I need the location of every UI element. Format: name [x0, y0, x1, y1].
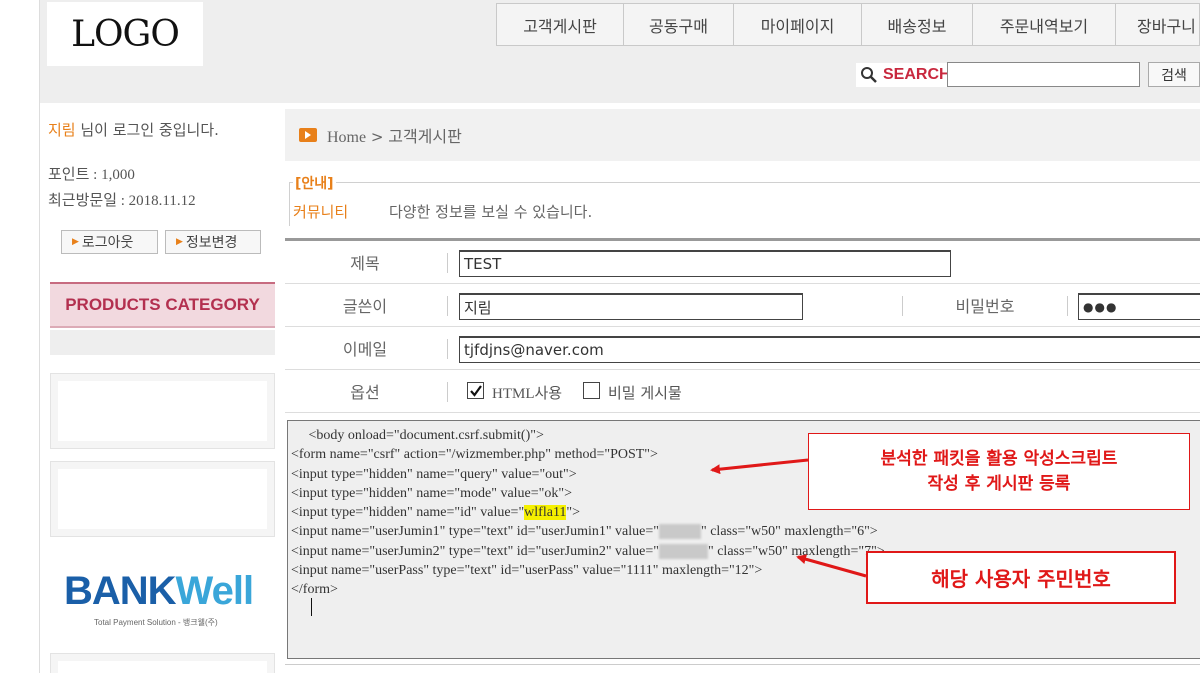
writer-row: 글쓴이 지림 비밀번호 ●●●	[285, 284, 1200, 327]
divider	[447, 253, 448, 273]
html-checkbox[interactable]	[467, 382, 484, 399]
divider	[285, 664, 1200, 665]
edit-info-button-label: 정보변경	[185, 235, 238, 251]
bankwell-logo: BANKWell	[64, 569, 254, 613]
annotation-callout-line: 작성 후 게시판 등록	[927, 473, 1071, 494]
logout-button-label: 로그아웃	[81, 235, 134, 251]
banner-image	[58, 661, 267, 673]
notice-border	[289, 182, 1200, 183]
email-input[interactable]: tjfdjns@naver.com	[459, 336, 1200, 363]
nav-order-history[interactable]: 주문내역보기	[972, 3, 1115, 46]
login-status: 지림 님이 로그인 중입니다.	[48, 119, 219, 140]
site-logo[interactable]: LOGO	[47, 2, 203, 66]
writer-label: 글쓴이	[342, 297, 388, 316]
user-name: 지림	[48, 121, 76, 139]
secret-option-label[interactable]: 비밀 게시물	[608, 382, 682, 403]
sidebar: 지림 님이 로그인 중입니다. 포인트 : 1,000 최근방문일 : 2018…	[40, 103, 285, 673]
banner-slot[interactable]	[50, 373, 275, 449]
secret-checkbox[interactable]	[583, 382, 600, 399]
annotation-callout-line: 분석한 패킷을 활용 악성스크립트	[880, 448, 1118, 469]
logout-button[interactable]: ▶ 로그아웃	[61, 230, 158, 254]
code-line: </form>	[291, 582, 338, 598]
code-line: <input name="userJumin2" type="text" id=…	[291, 543, 885, 559]
redacted-value: 000000	[659, 524, 701, 540]
banner-slot[interactable]	[50, 653, 275, 673]
search-button[interactable]: 검색	[1148, 62, 1200, 87]
password-label: 비밀번호	[955, 297, 1015, 316]
divider	[447, 382, 448, 402]
main-nav: 고객게시판 공동구매 마이페이지 배송정보 주문내역보기 장바구니	[496, 3, 1200, 46]
products-category-header: PRODUCTS CATEGORY	[50, 282, 275, 328]
divider	[447, 296, 448, 316]
options-row: 옵션 HTML사용 비밀 게시물	[285, 370, 1200, 413]
notice-label: 커뮤니티	[293, 203, 349, 221]
nav-group-buy[interactable]: 공동구매	[623, 3, 733, 46]
login-status-text: 님이 로그인 중입니다.	[75, 121, 219, 139]
text-caret	[311, 598, 312, 616]
search-bar: SEARCH 검색	[856, 62, 1200, 88]
code-line: <input name="userPass" type="text" id="u…	[291, 563, 763, 579]
nav-my-page[interactable]: 마이페이지	[733, 3, 861, 46]
post-form: 제목 TEST 글쓴이 지림 비밀번호 ●●● 이메일 tjfdjns@nave…	[285, 238, 1200, 413]
notice-border	[289, 182, 290, 226]
banner-image	[58, 381, 267, 441]
html-option-label[interactable]: HTML사용	[492, 382, 562, 403]
code-line: <input type="hidden" name="id" value="wl…	[291, 505, 581, 521]
breadcrumb-current: 고객게시판	[388, 129, 462, 146]
breadcrumb-text: Home > 고객게시판	[327, 123, 462, 147]
code-line: <body onload="document.csrf.submit()">	[291, 428, 544, 443]
search-label-text: SEARCH	[883, 66, 951, 83]
editor-content: <body onload="document.csrf.submit()"> <f…	[291, 426, 885, 600]
email-row: 이메일 tjfdjns@naver.com	[285, 327, 1200, 370]
code-line: <form name="csrf" action="/wizmember.php…	[291, 447, 658, 463]
subject-input[interactable]: TEST	[459, 250, 951, 277]
category-list	[50, 330, 275, 355]
redacted-value: 0000000	[659, 543, 708, 559]
nav-delivery-info[interactable]: 배송정보	[861, 3, 972, 46]
search-input[interactable]	[947, 62, 1140, 87]
code-line: <input type="hidden" name="mode" value="…	[291, 485, 572, 501]
points: 포인트 : 1,000	[48, 167, 135, 183]
annotation-callout: 해당 사용자 주민번호	[866, 551, 1176, 604]
divider	[902, 296, 903, 316]
notice-text: 다양한 정보를 보실 수 있습니다.	[389, 203, 593, 221]
options-label: 옵션	[350, 383, 380, 402]
writer-input[interactable]: 지림	[459, 293, 803, 320]
edit-info-button[interactable]: ▶ 정보변경	[165, 230, 261, 254]
breadcrumb-home[interactable]: Home	[327, 129, 366, 146]
breadcrumb: Home > 고객게시판	[285, 109, 1200, 161]
nav-customer-board[interactable]: 고객게시판	[496, 3, 623, 46]
subject-label: 제목	[350, 254, 380, 273]
divider	[447, 339, 448, 359]
nav-cart[interactable]: 장바구니	[1115, 3, 1200, 46]
bankwell-banner[interactable]: BANKWell Total Payment Solution - 뱅크웰(주)	[50, 545, 275, 633]
search-icon	[861, 67, 877, 83]
last-visit-date: 최근방문일 : 2018.11.12	[48, 193, 196, 209]
code-line: <input type="hidden" name="query" value=…	[291, 466, 577, 482]
triangle-right-icon: ▶	[176, 237, 183, 247]
email-label: 이메일	[342, 340, 388, 359]
highlighted-user-id: wlfla11	[524, 505, 567, 521]
search-label: SEARCH	[856, 63, 955, 87]
code-line: <input name="userJumin1" type="text" id=…	[291, 524, 878, 540]
password-input[interactable]: ●●●	[1078, 293, 1200, 320]
arrow-right-icon	[299, 128, 317, 142]
annotation-callout: 분석한 패킷을 활용 악성스크립트 작성 후 게시판 등록	[808, 433, 1190, 510]
bankwell-subtitle: Total Payment Solution - 뱅크웰(주)	[94, 618, 218, 627]
subject-row: 제목 TEST	[285, 241, 1200, 284]
breadcrumb-separator: >	[366, 128, 389, 146]
banner-slot[interactable]	[50, 461, 275, 537]
triangle-right-icon: ▶	[72, 237, 79, 247]
checkmark-icon	[469, 384, 482, 397]
left-page-margin	[0, 0, 40, 673]
banner-image	[58, 469, 267, 529]
divider	[1067, 296, 1068, 316]
notice-tag: [안내]	[293, 173, 336, 193]
